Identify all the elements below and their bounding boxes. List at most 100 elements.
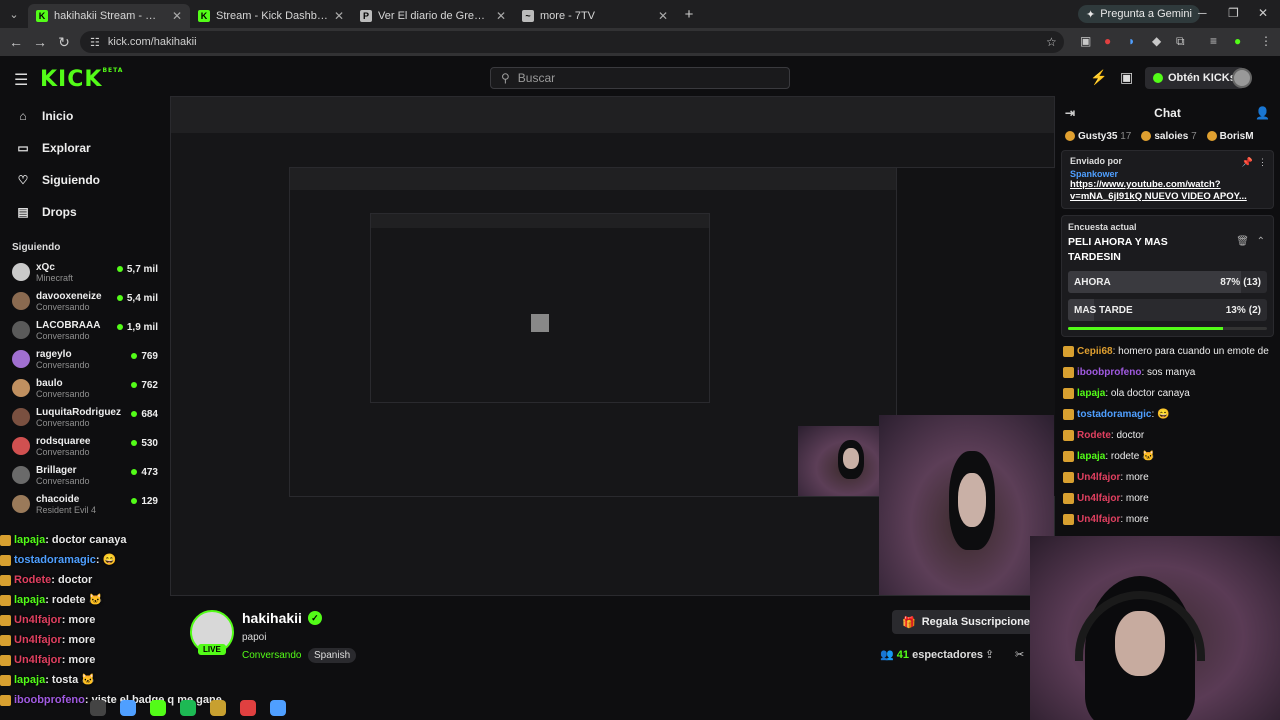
tab-close-icon[interactable]: ✕ [172,9,182,23]
language-tag[interactable]: Spanish [308,648,357,663]
top-gifter[interactable]: BorisM [1206,131,1254,142]
site-info-icon[interactable]: ☷ [90,36,100,49]
followed-channel[interactable]: rageylo Conversando 769 [0,345,170,374]
followed-channel[interactable]: LuquitaRodriguez Conversando 684 [0,403,170,432]
kick-logo[interactable]: KICKBETA [40,67,123,92]
7tv-icon[interactable]: ⚡ [1090,69,1107,86]
profile-icon[interactable]: ● [1234,34,1241,48]
gemini-button[interactable]: ✦ Pregunta a Gemini [1078,5,1200,23]
get-kicks-button[interactable]: Obtén KICKs [1145,67,1244,89]
extension-icon[interactable]: ◗ [1128,34,1135,48]
video-player[interactable] [170,96,1055,596]
chat-text: more [1125,493,1149,504]
trash-icon[interactable]: 🗑 [1236,236,1249,247]
chat-username[interactable]: Rodete [1077,430,1111,441]
channel-viewers: 1,9 mil [117,322,158,333]
hamburger-menu-icon[interactable]: ☰ [14,70,28,90]
collapse-chat-icon[interactable]: ⇥ [1065,106,1075,120]
overlay-chat: lapaja: doctor canaya tostadoramagic: 😄 Ro… [0,530,280,720]
browser-tab[interactable]: P Ver El diario de Greg 2: La ley d ✕ [352,4,514,28]
chat-message: Rodete: doctor [1063,425,1272,446]
poll-timer-fill [1068,327,1224,330]
browser-tab[interactable]: K Stream - Kick Dashboard ✕ [190,4,352,28]
followed-channel[interactable]: Brillager Conversando 473 [0,461,170,490]
sidebar-item-drops[interactable]: ▤ Drops [0,196,170,228]
chat-username[interactable]: Cepii68 [1077,346,1113,357]
followed-channel[interactable]: rodsquaree Conversando 530 [0,432,170,461]
chat-username[interactable]: lapaja [1077,451,1105,462]
pinned-link[interactable]: https://www.youtube.com/watch?v=mNA_6jI9… [1070,179,1265,203]
followed-channel[interactable]: baulo Conversando 762 [0,374,170,403]
followed-channel[interactable]: xQc Minecraft 5,7 mil [0,258,170,287]
chat-username[interactable]: lapaja [1077,388,1105,399]
tab-close-icon[interactable]: ✕ [496,9,506,23]
pin-icon[interactable]: 📌 [1242,157,1253,168]
tab-close-icon[interactable]: ✕ [658,9,668,23]
tab-search-icon[interactable]: ⌄ [0,8,28,21]
channel-viewers: 530 [131,438,158,449]
chevron-up-icon[interactable]: ⌃ [1257,236,1265,247]
pinned-label: Enviado por [1070,156,1123,166]
followed-channel[interactable]: chacoide Resident Evil 4 129 [0,490,170,519]
url-bar[interactable]: ☷ kick.com/hakihakii [80,31,1064,53]
forward-icon[interactable]: → [28,34,52,50]
puzzle-icon[interactable]: ⧉ [1176,34,1185,49]
sidebar-item-explorar[interactable]: ▭ Explorar [0,132,170,164]
more-options-icon[interactable]: ⋮ [1258,157,1267,168]
sub-badge-icon [1063,345,1074,357]
maximize-icon[interactable]: ❐ [1228,6,1239,20]
chat-username[interactable]: iboobprofeno [14,694,85,706]
user-avatar[interactable] [1232,68,1252,88]
browser-tab[interactable]: Khakihakii Stream - Watch Live o ✕ [28,4,190,28]
chat-username[interactable]: tostadoramagic [1077,409,1151,420]
close-window-icon[interactable]: ✕ [1258,6,1268,20]
tab-close-icon[interactable]: ✕ [334,9,344,23]
chat-username[interactable]: Rodete [14,574,51,586]
top-gifter[interactable]: Gusty35 17 [1065,131,1131,142]
chat-username[interactable]: Un4lfajor [14,614,62,626]
followed-channel[interactable]: davooxeneize Conversando 5,4 mil [0,287,170,316]
back-icon[interactable]: ← [4,34,28,50]
sub-badge-icon [1063,387,1074,399]
extension-icon[interactable]: ▣ [1080,34,1091,48]
chat-username[interactable]: lapaja [14,674,45,686]
share-icon[interactable]: ⇪ [985,648,994,661]
chat-username[interactable]: Un4lfajor [1077,493,1120,504]
chat-message: Cepii68: homero para cuando un emote de … [1063,341,1272,362]
new-tab-button[interactable]: + [676,6,702,23]
chat-username[interactable]: Un4lfajor [1077,472,1120,483]
chat-username[interactable]: lapaja [14,594,45,606]
dashboard-icon[interactable]: ▣ [1120,69,1133,86]
followed-channel[interactable]: LACOBRAAA Conversando 1,9 mil [0,316,170,345]
poll-option[interactable]: AHORA 87% (13) [1068,271,1267,293]
chat-username[interactable]: lapaja [14,534,45,546]
bookmark-star-icon[interactable]: ☆ [1046,35,1057,49]
chat-username[interactable]: tostadoramagic [14,554,96,566]
menu-icon[interactable]: ⋮ [1260,34,1272,48]
sidebar-item-inicio[interactable]: ⌂ Inicio [0,100,170,132]
poll-option[interactable]: MAS TARDE 13% (2) [1068,299,1267,321]
top-gifter[interactable]: saloies 7 [1141,131,1197,142]
channel-viewers: 5,7 mil [117,264,158,275]
poll-option-percent: 87% [1220,276,1241,288]
chat-username[interactable]: iboobprofeno [1077,367,1141,378]
browser-tab[interactable]: ~ more - 7TV ✕ [514,4,676,28]
search-input[interactable]: ⚲ Buscar [490,67,790,89]
chat-users-icon[interactable]: 👤 [1255,106,1270,120]
reload-icon[interactable]: ↻ [52,34,76,51]
extension-icon[interactable]: ● [1104,34,1111,48]
chat-text: more [1125,472,1149,483]
sub-badge-icon [1063,429,1074,441]
top-nav: ☰ KICKBETA ⚲ Buscar ⚡ ▣ Obtén KICKs [0,56,1280,100]
chat-username[interactable]: Un4lfajor [14,634,62,646]
gift-subs-button[interactable]: 🎁 Regala Suscripciones [892,610,1047,634]
minimize-icon[interactable]: ─ [1198,6,1207,20]
media-icon[interactable]: ≡ [1210,34,1217,48]
chat-username[interactable]: Un4lfajor [14,654,62,666]
sub-badge-icon [1063,513,1074,525]
extension-icon[interactable]: ◆ [1152,34,1161,48]
chat-username[interactable]: Un4lfajor [1077,514,1120,525]
clip-icon[interactable]: ✂ [1015,648,1024,661]
pinned-user[interactable]: Spankower [1070,169,1265,179]
sidebar-item-siguiendo[interactable]: ♡ Siguiendo [0,164,170,196]
